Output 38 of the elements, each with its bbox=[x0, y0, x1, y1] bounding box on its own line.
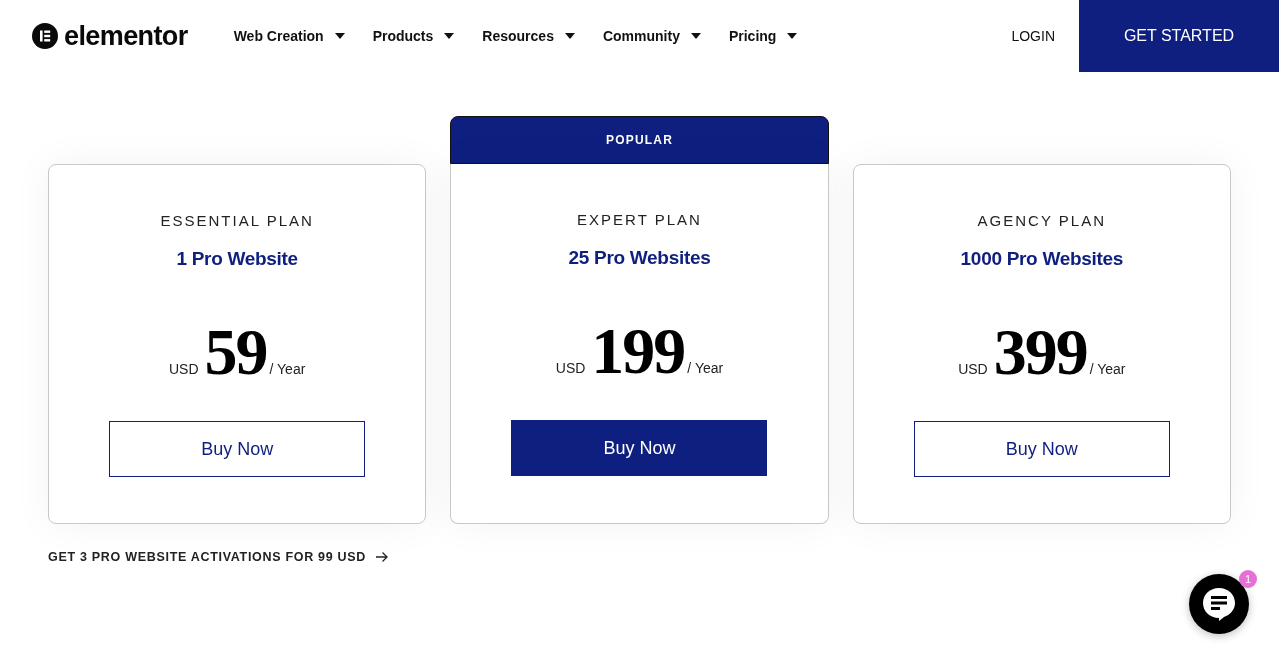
caret-down-icon bbox=[564, 33, 575, 39]
plan-price: 399 bbox=[993, 319, 1087, 385]
logo-wordmark[interactable]: elementor bbox=[64, 22, 188, 50]
get-started-button[interactable]: GET STARTED bbox=[1079, 0, 1279, 72]
nav-menu-item[interactable]: Products bbox=[372, 25, 455, 47]
popular-banner: POPULAR bbox=[450, 116, 829, 164]
nav-menu-item[interactable]: Community bbox=[602, 25, 701, 47]
plan-websites: 1 Pro Website bbox=[176, 247, 298, 271]
currency-label: USD bbox=[168, 362, 199, 376]
logo-icon bbox=[32, 23, 58, 49]
period-label: / Year bbox=[687, 361, 724, 375]
buy-now-button[interactable]: Buy Now bbox=[511, 420, 768, 476]
plan-name: EXPERT PLAN bbox=[577, 210, 702, 230]
plan-price: 59 bbox=[204, 319, 267, 385]
plan-websites: 1000 Pro Websites bbox=[960, 247, 1124, 271]
caret-down-icon bbox=[690, 33, 701, 39]
plan-name: ESSENTIAL PLAN bbox=[160, 211, 314, 231]
caret-down-icon bbox=[334, 33, 345, 39]
currency-label: USD bbox=[555, 361, 586, 375]
period-label: / Year bbox=[1089, 362, 1126, 376]
period-label: / Year bbox=[269, 362, 306, 376]
speech-bubble-icon bbox=[1202, 587, 1236, 621]
buy-now-button[interactable]: Buy Now bbox=[913, 421, 1170, 477]
notification-badge: 1 bbox=[1239, 570, 1257, 588]
nav-menu-item[interactable]: Pricing bbox=[728, 25, 798, 47]
chat-button[interactable] bbox=[1189, 574, 1249, 634]
plan-websites: 25 Pro Websites bbox=[568, 246, 711, 270]
nav-menu-item[interactable]: Web Creation bbox=[233, 25, 345, 47]
plan-name: AGENCY PLAN bbox=[977, 211, 1107, 231]
arrow-right-icon bbox=[376, 552, 389, 563]
nav-menu-item[interactable]: Resources bbox=[482, 25, 575, 47]
login-link[interactable]: LOGIN bbox=[1011, 25, 1055, 47]
buy-now-button[interactable]: Buy Now bbox=[109, 421, 366, 477]
currency-label: USD bbox=[958, 362, 988, 376]
caret-down-icon bbox=[444, 33, 455, 39]
promo-link[interactable]: GET 3 PRO WEBSITE ACTIVATIONS FOR 99 USD bbox=[48, 548, 389, 567]
caret-down-icon bbox=[787, 33, 798, 39]
plan-price: 199 bbox=[591, 318, 685, 384]
